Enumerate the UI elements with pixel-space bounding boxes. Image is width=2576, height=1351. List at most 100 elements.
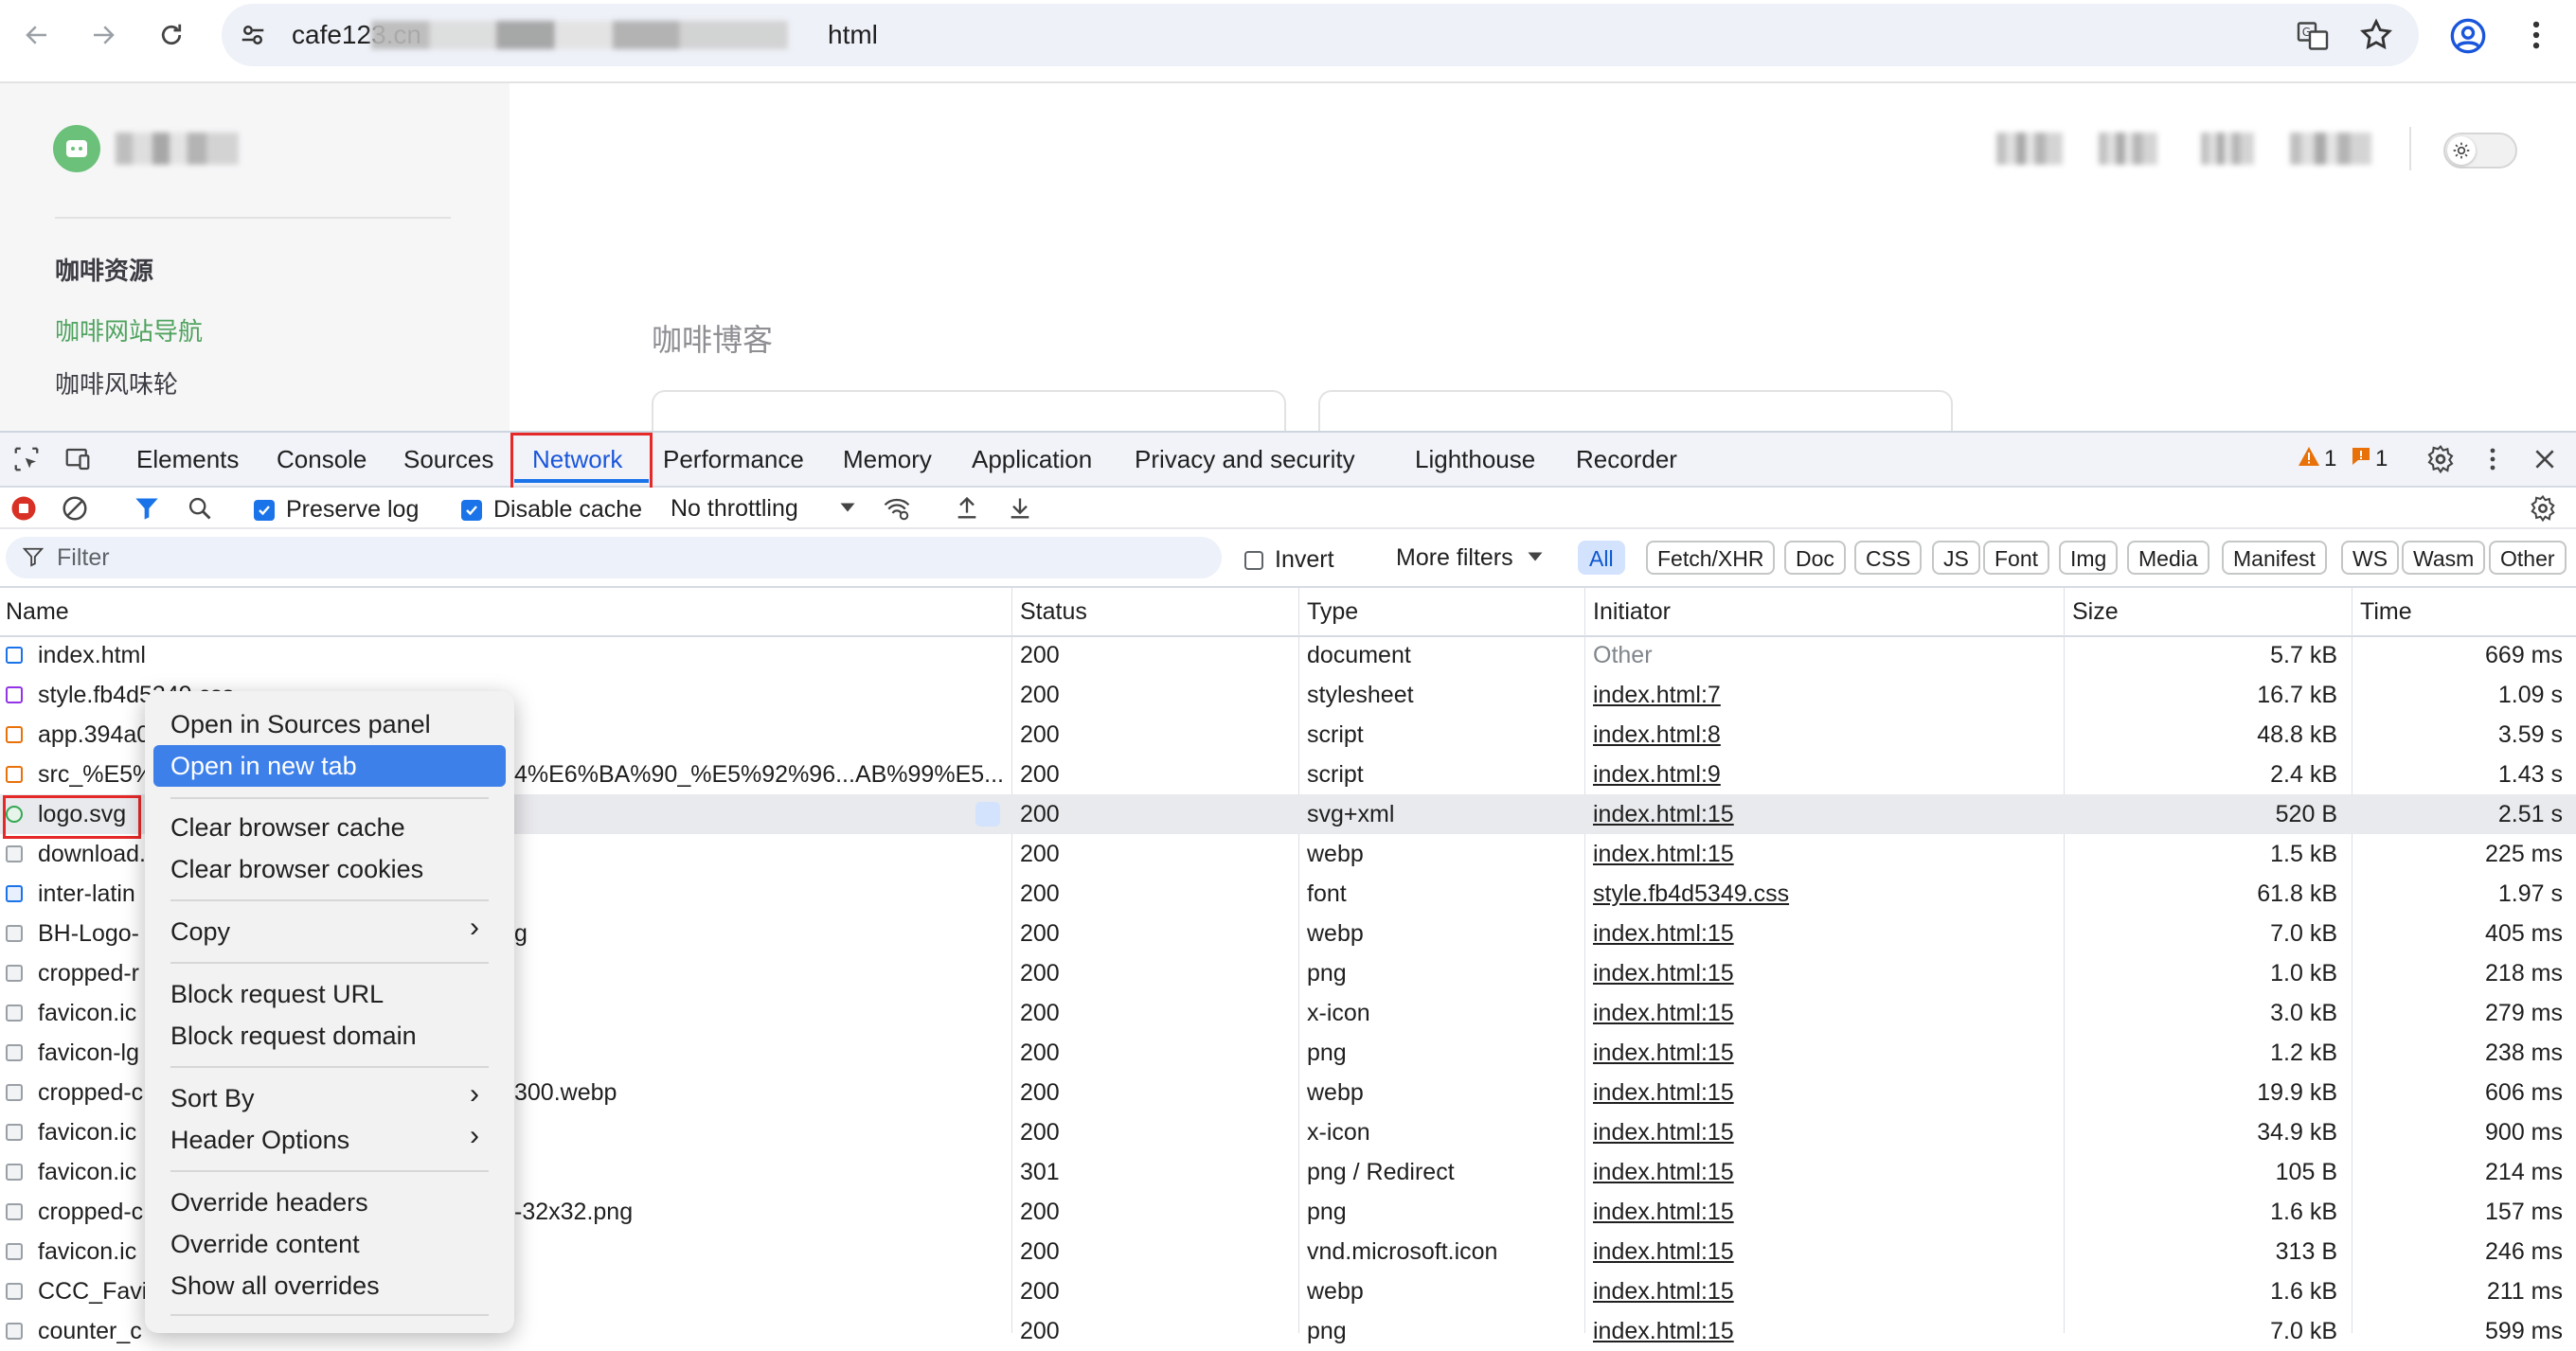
filter-chip-media[interactable]: Media <box>2127 541 2209 575</box>
url-suffix[interactable]: html <box>828 4 878 66</box>
request-initiator[interactable]: index.html:15 <box>1593 1112 2048 1152</box>
request-initiator[interactable]: index.html:15 <box>1593 1073 2048 1112</box>
request-size: 5.7 kB <box>2270 642 2337 668</box>
menu-open-in-sources[interactable]: Open in Sources panel <box>170 704 431 744</box>
menu-clear-browser-cookies[interactable]: Clear browser cookies <box>170 849 423 889</box>
top-nav-link[interactable] <box>2201 133 2254 165</box>
sidebar-link-flavor-wheel[interactable]: 咖啡风味轮 <box>55 365 178 400</box>
filter-chip-font[interactable]: Font <box>1983 541 2050 575</box>
filter-funnel-icon[interactable] <box>131 492 163 524</box>
site-logo[interactable] <box>53 125 100 172</box>
filter-chip-wasm[interactable]: Wasm <box>2402 541 2486 575</box>
reload-icon[interactable] <box>148 11 195 59</box>
top-nav-link[interactable] <box>1996 133 2063 165</box>
filter-chip-manifest[interactable]: Manifest <box>2222 541 2327 575</box>
column-header-size[interactable]: Size <box>2072 588 2119 635</box>
request-initiator[interactable]: index.html:15 <box>1593 834 2048 874</box>
filter-chip-css[interactable]: CSS <box>1854 541 1923 575</box>
bookmark-star-icon[interactable] <box>2358 17 2394 58</box>
request-initiator[interactable]: style.fb4d5349.css <box>1593 874 2048 914</box>
request-initiator[interactable]: index.html:15 <box>1593 1152 2048 1192</box>
network-conditions-icon[interactable] <box>881 492 913 524</box>
request-initiator[interactable]: index.html:15 <box>1593 1192 2048 1232</box>
filter-chip-img[interactable]: Img <box>2059 541 2119 575</box>
tab-application[interactable]: Application <box>972 433 1092 486</box>
menu-override-headers[interactable]: Override headers <box>170 1182 368 1222</box>
request-initiator[interactable]: index.html:8 <box>1593 715 2048 755</box>
profile-icon[interactable] <box>2449 17 2487 60</box>
top-nav-link[interactable] <box>2099 133 2157 165</box>
invert-checkbox[interactable]: Invert <box>1244 546 1334 574</box>
column-header-initiator[interactable]: Initiator <box>1593 588 1671 635</box>
inspect-element-icon[interactable] <box>9 442 44 476</box>
more-filters-dropdown[interactable]: More filters <box>1396 537 1544 578</box>
menu-override-content[interactable]: Override content <box>170 1224 360 1264</box>
filter-chip-doc[interactable]: Doc <box>1784 541 1846 575</box>
request-initiator[interactable]: index.html:15 <box>1593 993 2048 1033</box>
import-har-icon[interactable] <box>951 492 983 524</box>
menu-show-all-overrides[interactable]: Show all overrides <box>170 1266 380 1306</box>
search-icon[interactable] <box>184 492 216 524</box>
tab-memory[interactable]: Memory <box>843 433 932 486</box>
menu-header-options[interactable]: Header Options <box>170 1120 349 1160</box>
filter-placeholder: Filter <box>57 544 110 571</box>
column-header-name[interactable]: Name <box>6 588 69 635</box>
filter-input[interactable] <box>6 537 1222 578</box>
menu-sort-by[interactable]: Sort By <box>170 1078 255 1118</box>
tab-lighthouse[interactable]: Lighthouse <box>1415 433 1535 486</box>
menu-open-in-new-tab[interactable]: Open in new tab <box>170 746 357 786</box>
filter-chip-fetch-xhr[interactable]: Fetch/XHR <box>1646 541 1776 575</box>
request-initiator[interactable]: index.html:15 <box>1593 1311 2048 1351</box>
dropdown-caret-icon <box>839 499 856 521</box>
filter-chip-ws[interactable]: WS <box>2341 541 2400 575</box>
warnings-indicator[interactable]: 1 <box>2298 443 2336 475</box>
device-toolbar-icon[interactable] <box>61 442 95 476</box>
settings-gear-icon[interactable] <box>2423 441 2459 477</box>
more-menu-icon[interactable] <box>2527 17 2546 58</box>
request-initiator[interactable]: index.html:7 <box>1593 675 2048 715</box>
open-in-panel-icon[interactable] <box>975 802 1000 827</box>
forward-icon[interactable] <box>80 11 127 59</box>
devtools-more-icon[interactable] <box>2479 441 2506 477</box>
close-icon[interactable] <box>2527 441 2563 477</box>
menu-block-request-url[interactable]: Block request URL <box>170 974 384 1014</box>
tab-performance[interactable]: Performance <box>663 433 804 486</box>
filter-chip-js[interactable]: JS <box>1932 541 1980 575</box>
request-initiator[interactable]: index.html:15 <box>1593 1033 2048 1073</box>
filter-chip-other[interactable]: Other <box>2489 541 2567 575</box>
back-icon[interactable] <box>13 11 61 59</box>
tab-recorder[interactable]: Recorder <box>1576 433 1677 486</box>
request-initiator[interactable]: index.html:15 <box>1593 914 2048 953</box>
menu-block-request-domain[interactable]: Block request domain <box>170 1016 417 1056</box>
stop-recording-icon[interactable] <box>8 492 40 524</box>
request-name[interactable]: index.html <box>38 635 1004 675</box>
tab-privacy-security[interactable]: Privacy and security <box>1135 433 1355 486</box>
request-initiator[interactable]: index.html:15 <box>1593 953 2048 993</box>
request-initiator[interactable]: index.html:15 <box>1593 794 2048 834</box>
site-info-icon[interactable] <box>239 21 267 54</box>
request-initiator[interactable]: index.html:15 <box>1593 1271 2048 1311</box>
clear-icon[interactable] <box>59 492 91 524</box>
network-settings-gear-icon[interactable] <box>2527 492 2559 524</box>
filter-chip-all[interactable]: All <box>1578 541 1625 575</box>
tab-sources[interactable]: Sources <box>403 433 493 486</box>
sidebar-link-nav[interactable]: 咖啡网站导航 <box>55 312 203 347</box>
menu-clear-browser-cache[interactable]: Clear browser cache <box>170 808 405 847</box>
tab-elements[interactable]: Elements <box>136 433 239 486</box>
request-initiator[interactable]: index.html:15 <box>1593 1232 2048 1271</box>
export-har-icon[interactable] <box>1004 492 1036 524</box>
table-row[interactable]: index.html 200 document Other 5.7 kB 669 ms <box>0 635 2576 675</box>
throttling-select[interactable]: No throttling <box>671 491 798 525</box>
column-header-status[interactable]: Status <box>1020 588 1087 635</box>
preserve-log-checkbox[interactable]: Preserve log <box>254 496 419 524</box>
menu-copy[interactable]: Copy <box>170 912 230 951</box>
column-header-type[interactable]: Type <box>1307 588 1358 635</box>
issues-indicator[interactable]: 1 <box>2351 443 2388 475</box>
top-nav-link[interactable] <box>2290 133 2371 165</box>
issue-count: 1 <box>2375 446 2388 471</box>
column-header-time[interactable]: Time <box>2360 588 2412 635</box>
tab-console[interactable]: Console <box>277 433 367 486</box>
request-initiator[interactable]: index.html:9 <box>1593 755 2048 794</box>
disable-cache-checkbox[interactable]: Disable cache <box>461 496 642 524</box>
translate-icon[interactable]: G <box>2296 19 2330 58</box>
